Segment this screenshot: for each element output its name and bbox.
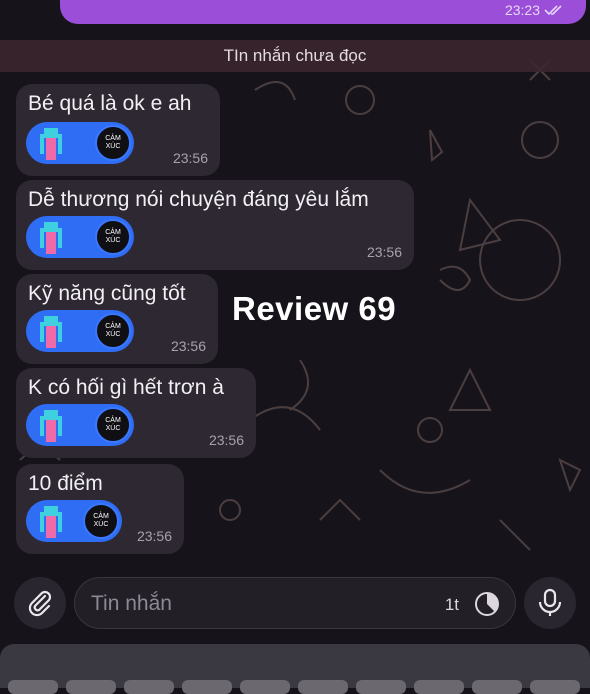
paperclip-icon [28, 590, 52, 617]
keyboard-key[interactable] [182, 680, 232, 694]
anime-girl-icon [40, 128, 62, 160]
incoming-message[interactable]: Kỹ năng cũng tốt CẢM XÚC 23:56 [16, 274, 218, 364]
message-time: 23:56 [366, 244, 402, 260]
message-text: Bé quá là ok e ah [28, 92, 192, 115]
sticker-badge: CẢM XÚC [95, 125, 131, 161]
keyboard-key[interactable] [66, 680, 116, 694]
message-time: 23:56 [170, 338, 206, 354]
anime-girl-icon [40, 222, 62, 254]
message-time: 23:56 [172, 150, 208, 166]
sticker[interactable]: CẢM XÚC [26, 122, 134, 164]
incoming-message[interactable]: Dễ thương nói chuyện đáng yêu lắm CẢM XÚ… [16, 180, 414, 270]
anime-girl-icon [40, 410, 62, 442]
sticker[interactable]: CẢM XÚC [26, 404, 134, 446]
sticker[interactable]: CẢM XÚC [26, 216, 134, 258]
anime-girl-icon [40, 316, 62, 348]
unread-messages-banner: TIn nhắn chưa đọc [0, 40, 590, 72]
outgoing-time: 23:23 [504, 2, 540, 18]
incoming-message[interactable]: K có hối gì hết trơn à CẢM XÚC 23:56 [16, 368, 256, 458]
review-overlay-text: Review 69 [232, 290, 397, 327]
sticker-badge: CẢM XÚC [95, 313, 131, 349]
attach-button[interactable] [14, 577, 66, 629]
message-text: Kỹ năng cũng tốt [28, 282, 186, 305]
sticker[interactable]: CẢM XÚC [26, 500, 122, 542]
clock-icon[interactable] [473, 590, 501, 618]
keyboard-key[interactable] [8, 680, 58, 694]
incoming-message[interactable]: 10 điểm CẢM XÚC 23:56 [16, 464, 184, 554]
voice-message-button[interactable] [524, 577, 576, 629]
sticker-badge: CẢM XÚC [83, 503, 119, 539]
message-text: K có hối gì hết trơn à [28, 376, 224, 399]
keyboard-key[interactable] [472, 680, 522, 694]
sticker[interactable]: CẢM XÚC [26, 310, 134, 352]
outgoing-message-bubble[interactable]: 23:23 [60, 0, 586, 24]
message-time: 23:56 [208, 432, 244, 448]
sticker-badge: CẢM XÚC [95, 407, 131, 443]
keyboard-key[interactable] [240, 680, 290, 694]
keyboard-key[interactable] [414, 680, 464, 694]
keyboard-key[interactable] [356, 680, 406, 694]
incoming-message[interactable]: Bé quá là ok e ah CẢM XÚC 23:56 [16, 84, 220, 176]
message-input-placeholder: Tin nhắn [91, 592, 172, 615]
microphone-icon [538, 588, 562, 616]
keyboard-key[interactable] [298, 680, 348, 694]
message-input[interactable]: Tin nhắn 1t [74, 577, 516, 629]
anime-girl-icon [40, 506, 62, 538]
message-time: 23:56 [136, 528, 172, 544]
message-text: 10 điểm [28, 472, 103, 495]
self-destruct-timer-label: 1t [444, 595, 459, 614]
outgoing-message-meta: 23:23 [505, 2, 564, 18]
double-check-icon [544, 5, 562, 16]
keyboard-key[interactable] [530, 680, 580, 694]
sticker-badge: CẢM XÚC [95, 219, 131, 255]
message-text: Dễ thương nói chuyện đáng yêu lắm [28, 188, 369, 211]
keyboard-key[interactable] [124, 680, 174, 694]
unread-banner-label: TIn nhắn chưa đọc [223, 46, 367, 65]
keyboard-area [0, 644, 590, 694]
